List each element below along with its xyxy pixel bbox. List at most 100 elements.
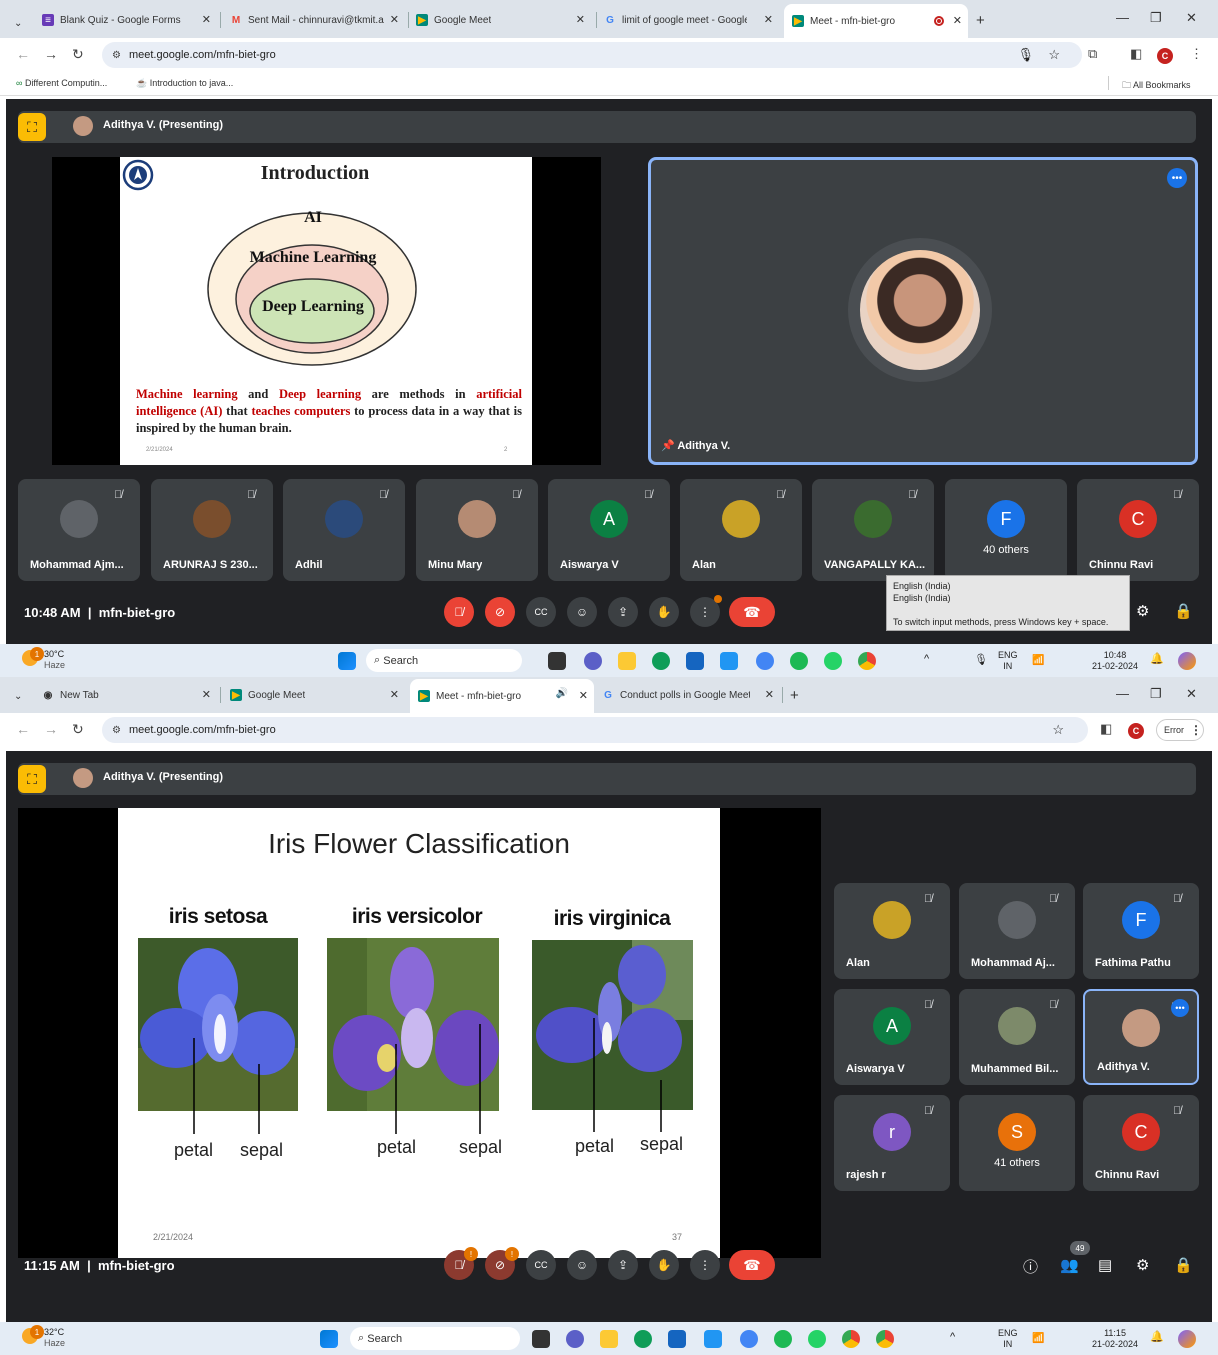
profile-avatar[interactable]: C	[1128, 722, 1144, 739]
extensions-icon[interactable]: ⧉	[1088, 46, 1097, 62]
profile-avatar[interactable]: C	[1157, 47, 1173, 64]
participant-tile[interactable]: 🎙̸ Minu Mary	[416, 479, 538, 581]
emoji-button[interactable]: ☺	[567, 1250, 597, 1280]
windows-start-icon[interactable]	[338, 652, 356, 670]
tab-google-search[interactable]: G limit of google meet - Google S ✕	[604, 7, 779, 33]
new-tab-button[interactable]: +	[976, 7, 985, 33]
mic-off-button[interactable]: 🎙̸	[444, 597, 474, 627]
restore-icon[interactable]: ❐	[1150, 686, 1162, 702]
file-explorer-icon[interactable]	[600, 1330, 618, 1348]
close-icon[interactable]: ✕	[390, 13, 399, 26]
spotify-icon[interactable]	[774, 1330, 792, 1348]
tab-google-meet[interactable]: ▶ Google Meet ✕	[230, 682, 405, 708]
participant-tile[interactable]: F 🎙̸ Fathima Pathu	[1083, 883, 1199, 979]
store-icon[interactable]	[686, 652, 704, 670]
participant-tile[interactable]: 🎙̸ Muhammed Bil...	[959, 989, 1075, 1085]
tab-new-tab[interactable]: ◉ New Tab ✕	[42, 682, 217, 708]
app-icon[interactable]	[720, 652, 738, 670]
wifi-icon[interactable]: 📶	[1032, 1333, 1044, 1344]
presentation-icon[interactable]: ⛶	[18, 765, 46, 793]
close-icon[interactable]: ✕	[202, 13, 211, 26]
copilot-icon[interactable]	[1178, 652, 1196, 670]
participant-tile[interactable]: 🎙̸ Alan	[680, 479, 802, 581]
close-window-icon[interactable]: ✕	[1186, 10, 1197, 26]
chrome-profile-icon[interactable]	[756, 652, 774, 670]
taskbar-search[interactable]: ⌕ Search	[350, 1327, 520, 1350]
bell-icon[interactable]: 🔔	[1150, 1332, 1164, 1343]
leave-call-button[interactable]: ☎	[729, 1250, 775, 1280]
chrome-icon[interactable]	[876, 1330, 894, 1348]
close-icon[interactable]: ✕	[390, 688, 399, 701]
close-icon[interactable]: ✕	[765, 688, 774, 701]
camera-off-button[interactable]: ⊘	[485, 597, 515, 627]
tab-search-dropdown[interactable]: ⌄	[14, 683, 32, 709]
close-icon[interactable]: ✕	[953, 14, 962, 27]
chrome-profile-icon[interactable]	[740, 1330, 758, 1348]
tab-search-dropdown[interactable]: ⌄	[14, 10, 32, 36]
close-icon[interactable]: ✕	[576, 13, 585, 26]
task-view-icon[interactable]	[532, 1330, 550, 1348]
participant-tile[interactable]: C 🎙̸ Chinnu Ravi	[1083, 1095, 1199, 1191]
store-icon[interactable]	[668, 1330, 686, 1348]
participant-tile[interactable]: 🎙̸ VANGAPALLY KA...	[812, 479, 934, 581]
people-icon[interactable]: 👥	[1060, 1256, 1079, 1274]
raise-hand-button[interactable]: ✋	[649, 597, 679, 627]
close-icon[interactable]: ✕	[202, 688, 211, 701]
participant-tile[interactable]: A 🎙̸ Aiswarya V	[834, 989, 950, 1085]
forward-icon[interactable]: →	[44, 46, 58, 62]
captions-button[interactable]: CC	[526, 597, 556, 627]
bell-icon[interactable]: 🔔	[1150, 654, 1164, 665]
site-info-icon[interactable]: ⚙	[112, 50, 121, 61]
microphone-icon[interactable]: 🎙	[1017, 47, 1034, 63]
whatsapp-icon[interactable]	[824, 652, 842, 670]
site-info-icon[interactable]: ⚙	[112, 725, 121, 736]
more-options-icon[interactable]: •••	[1171, 999, 1189, 1017]
host-controls-icon[interactable]: ⚙	[1136, 602, 1149, 620]
more-options-icon[interactable]: •••	[1167, 168, 1187, 188]
star-icon[interactable]: ☆	[1052, 722, 1064, 738]
side-panel-icon[interactable]: ◧	[1100, 721, 1112, 737]
reload-icon[interactable]: ↻	[72, 46, 84, 63]
participant-tile[interactable]: S 41 others	[959, 1095, 1075, 1191]
wifi-icon[interactable]: 📶	[1032, 655, 1044, 666]
participant-tile[interactable]: A 🎙̸ Aiswarya V	[548, 479, 670, 581]
chrome-icon[interactable]	[858, 652, 876, 670]
taskbar-search[interactable]: ⌕ Search	[366, 649, 522, 672]
participant-tile[interactable]: 🎙̸ Mohammad Aj...	[959, 883, 1075, 979]
tab-gmail[interactable]: M Sent Mail - chinnuravi@tkmit.a ✕	[230, 7, 405, 33]
tab-meet-active[interactable]: ▶ Meet - mfn-biet-gro ✕	[784, 4, 968, 38]
chat-icon[interactable]	[566, 1330, 584, 1348]
lock-icon[interactable]: 🔒	[1174, 602, 1193, 620]
language-indicator[interactable]: ENG IN	[998, 1328, 1018, 1350]
file-explorer-icon[interactable]	[618, 652, 636, 670]
show-hidden-icons[interactable]: ^	[924, 654, 929, 665]
taskbar-clock[interactable]: 11:15 21-02-2024	[1092, 1328, 1138, 1350]
emoji-button[interactable]: ☺	[567, 597, 597, 627]
bookmark-1[interactable]: ∞ Different Computin...	[16, 78, 107, 88]
chat-icon[interactable]	[584, 652, 602, 670]
app-icon[interactable]	[704, 1330, 722, 1348]
participant-tile[interactable]: 🎙̸•••Adithya V.	[1083, 989, 1199, 1085]
close-icon[interactable]: ✕	[579, 689, 588, 702]
participant-tile[interactable]: 🎙̸ Mohammad Ajm...	[18, 479, 140, 581]
participant-tile[interactable]: 🎙̸ ARUNRAJ S 230...	[151, 479, 273, 581]
error-menu-button[interactable]: Error ⋮	[1156, 719, 1204, 741]
host-controls-icon[interactable]: ⚙	[1136, 1256, 1149, 1274]
star-icon[interactable]: ☆	[1048, 47, 1060, 63]
show-hidden-icons[interactable]: ^	[950, 1332, 955, 1343]
language-indicator[interactable]: ENG IN	[998, 650, 1018, 672]
microphone-icon[interactable]: 🎙	[974, 655, 988, 666]
tab-polls-article[interactable]: G Conduct polls in Google Meet ✕	[602, 682, 780, 708]
edge-icon[interactable]	[634, 1330, 652, 1348]
copilot-icon[interactable]	[1178, 1330, 1196, 1348]
tab-google-meet[interactable]: ▶ Google Meet ✕	[416, 7, 591, 33]
url-field[interactable]: ⚙ meet.google.com/mfn-biet-gro 🎙 ☆	[102, 42, 1082, 68]
chat-icon[interactable]: ▤	[1098, 1256, 1112, 1274]
captions-button[interactable]: CC	[526, 1250, 556, 1280]
present-button[interactable]: ⇪	[608, 1250, 638, 1280]
more-options-button[interactable]: ⋮	[690, 1250, 720, 1280]
minimize-icon[interactable]: —	[1116, 686, 1129, 701]
windows-start-icon[interactable]	[320, 1330, 338, 1348]
minimize-icon[interactable]: —	[1116, 10, 1129, 25]
participant-tile[interactable]: 🎙̸ Adhil	[283, 479, 405, 581]
